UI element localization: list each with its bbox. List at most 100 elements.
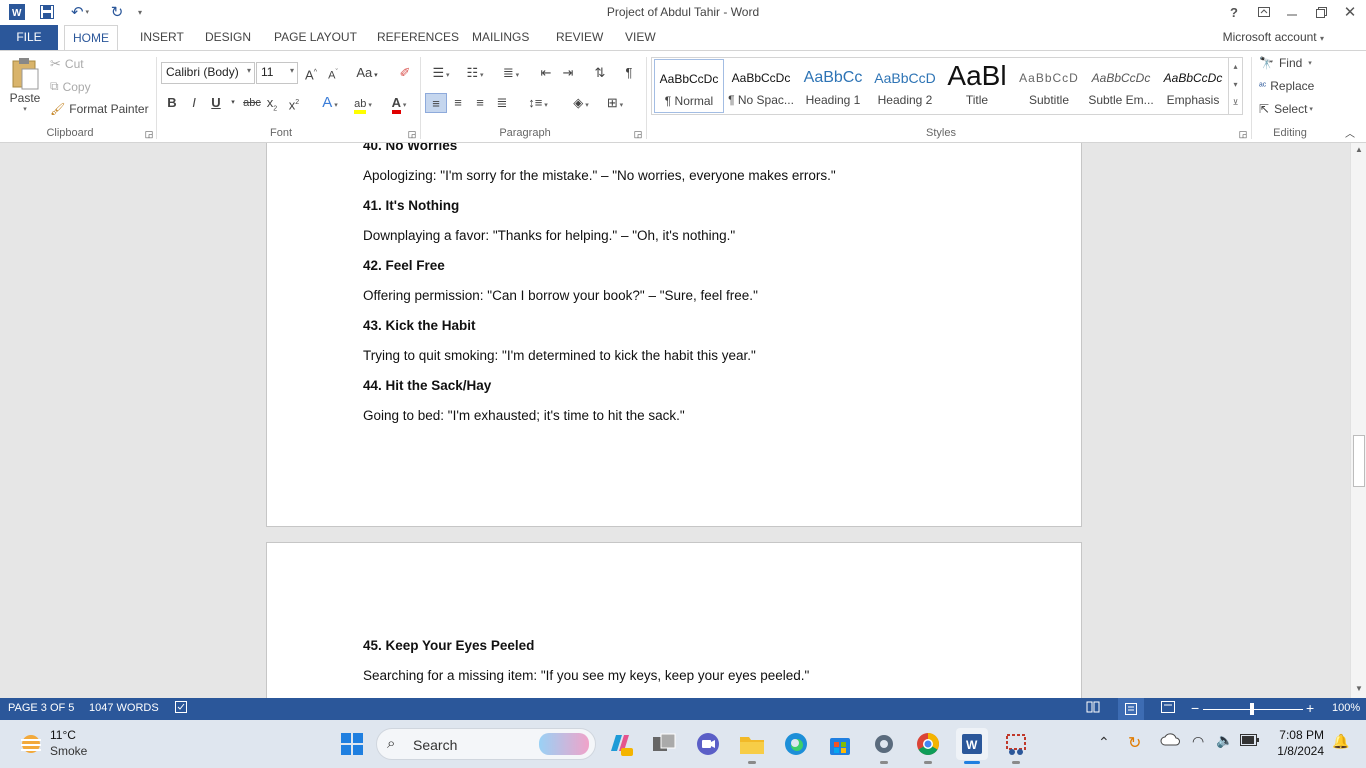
edge-icon[interactable] [780,728,812,760]
shrink-font-icon[interactable]: Aˇ [324,63,342,83]
font-color-icon[interactable]: A ▾ [384,93,414,114]
style-no-spacing[interactable]: AaBbCcDc ¶ No Spac... [726,59,796,113]
doc-heading[interactable]: 42. Feel Free [363,258,445,273]
settings-icon[interactable] [868,728,900,764]
bullets-icon[interactable]: ☰ ▾ [426,63,456,83]
gallery-more-icon[interactable]: ⊻ [1229,94,1242,112]
tab-insert[interactable]: INSERT [132,25,192,50]
word-count[interactable]: 1047 WORDS [89,702,159,714]
clock-date[interactable]: 1/8/2024 [1274,744,1324,758]
sync-icon[interactable]: ↻ [1128,733,1141,753]
strikethrough-button[interactable]: abc [241,93,263,113]
style-normal[interactable]: AaBbCcDc ¶ Normal [654,59,724,113]
doc-heading[interactable]: 44. Hit the Sack/Hay [363,378,491,393]
notification-bell-icon[interactable]: 🔔 [1332,733,1349,750]
doc-heading[interactable]: 45. Keep Your Eyes Peeled [363,638,534,653]
zoom-level[interactable]: 100% [1332,702,1360,714]
clipboard-launcher-icon[interactable]: ◲ [144,129,154,139]
scroll-up-icon[interactable]: ▲ [1353,145,1365,157]
gallery-scroll[interactable]: ▴ ▾ ⊻ [1228,58,1242,114]
scroll-down-icon[interactable]: ▼ [1353,684,1365,696]
align-right-icon[interactable]: ≡ [471,93,489,113]
decrease-indent-icon[interactable]: ⇤ [536,63,556,83]
chrome-icon[interactable] [912,728,944,764]
account-menu[interactable]: Microsoft account ▾ [1223,30,1324,44]
replace-button[interactable]: ᵃᶜ Replace [1259,79,1314,93]
format-painter-button[interactable]: 🖌 Format Painter [50,102,149,116]
tab-home[interactable]: HOME [64,25,118,51]
page-count[interactable]: PAGE 3 OF 5 [8,702,74,714]
gallery-up-icon[interactable]: ▴ [1229,58,1242,76]
doc-paragraph[interactable]: Downplaying a favor: "Thanks for helping… [363,228,735,243]
ribbon-display-options-icon[interactable] [1252,2,1276,22]
select-button[interactable]: ⇱ Select ▾ [1259,102,1313,116]
borders-icon[interactable]: ⊞ ▾ [600,93,630,113]
align-center-icon[interactable]: ≡ [449,93,467,113]
tab-file[interactable]: FILE [0,25,58,50]
doc-heading[interactable]: 41. It's Nothing [363,198,459,213]
justify-icon[interactable]: ≣ [493,93,511,113]
font-launcher-icon[interactable]: ◲ [407,129,417,139]
search-box[interactable]: ⌕ Search [376,728,596,760]
bold-button[interactable]: B [164,93,180,113]
grow-font-icon[interactable]: A^ [302,63,320,83]
doc-paragraph[interactable]: Apologizing: "I'm sorry for the mistake.… [363,168,836,183]
align-left-icon[interactable]: ≡ [425,93,447,113]
zoom-out-button[interactable]: − [1191,700,1199,716]
file-explorer-icon[interactable] [736,728,768,764]
tab-view[interactable]: VIEW [617,25,664,50]
find-button[interactable]: 🔭 Find ▾ [1259,56,1312,70]
font-size-select[interactable]: 11 ▾ [256,62,298,84]
multilevel-list-icon[interactable]: ≣ ▾ [496,63,526,83]
task-view-icon[interactable] [648,728,680,760]
tab-review[interactable]: REVIEW [548,25,611,50]
zoom-in-button[interactable]: + [1306,700,1314,716]
change-case-button[interactable]: Aa ▾ [352,63,382,83]
underline-button[interactable]: U [208,93,224,113]
snipping-tool-icon[interactable] [1000,728,1032,764]
tab-design[interactable]: DESIGN [197,25,259,50]
doc-heading[interactable]: 40. No Worries [363,143,457,153]
web-layout-icon[interactable] [1161,701,1175,716]
vertical-scrollbar[interactable]: ▲ ▼ [1350,143,1366,698]
close-icon[interactable]: ✕ [1338,2,1362,22]
increase-indent-icon[interactable]: ⇥ [558,63,578,83]
sort-icon[interactable]: ⇅ [590,63,610,83]
style-heading-2[interactable]: AaBbCcD Heading 2 [870,59,940,113]
weather-icon[interactable] [18,731,44,757]
tab-references[interactable]: REFERENCES [369,25,467,50]
scrollbar-thumb[interactable] [1353,435,1365,487]
superscript-icon[interactable]: x2 [286,93,302,113]
chevron-up-icon[interactable]: ⌃ [1098,734,1110,751]
restore-icon[interactable] [1309,2,1333,22]
style-subtitle[interactable]: AaBbCcD Subtitle [1014,59,1084,113]
subscript-icon[interactable]: x2 [264,93,280,113]
line-spacing-icon[interactable]: ↕≡ ▾ [524,93,552,113]
doc-paragraph[interactable]: Searching for a missing item: "If you se… [363,668,809,683]
shading-icon[interactable]: ◈ ▾ [566,93,596,113]
wifi-icon[interactable]: ◠ [1192,733,1204,750]
cut-button[interactable]: ✂ Cut [50,56,84,72]
read-mode-icon[interactable] [1086,701,1100,716]
numbering-icon[interactable]: ☷ ▾ [460,63,490,83]
style-title[interactable]: AaBl Title [942,59,1012,113]
start-button[interactable] [336,728,368,760]
store-icon[interactable] [824,728,856,760]
copy-button[interactable]: ⧉ Copy [50,79,91,94]
italic-button[interactable]: I [186,93,202,113]
style-emphasis[interactable]: AaBbCcDc Emphasis [1158,59,1228,113]
highlight-color-icon[interactable]: ab ▾ [348,93,378,114]
word-app-icon[interactable]: W [956,728,988,764]
paste-button[interactable]: Paste ▾ [6,57,44,119]
clear-formatting-icon[interactable]: ✐ [395,63,415,83]
underline-dropdown-icon[interactable]: ▾ [228,93,238,113]
styles-launcher-icon[interactable]: ◲ [1238,129,1248,139]
copilot-icon[interactable] [604,728,636,760]
style-heading-1[interactable]: AaBbCc Heading 1 [798,59,868,113]
zoom-slider-thumb[interactable] [1250,703,1254,715]
proofing-icon[interactable] [175,701,189,716]
style-subtle-emphasis[interactable]: AaBbCcDc Subtle Em... [1086,59,1156,113]
battery-icon[interactable] [1240,734,1260,749]
tab-page-layout[interactable]: PAGE LAYOUT [266,25,365,50]
doc-paragraph[interactable]: Going to bed: "I'm exhausted; it's time … [363,408,685,423]
